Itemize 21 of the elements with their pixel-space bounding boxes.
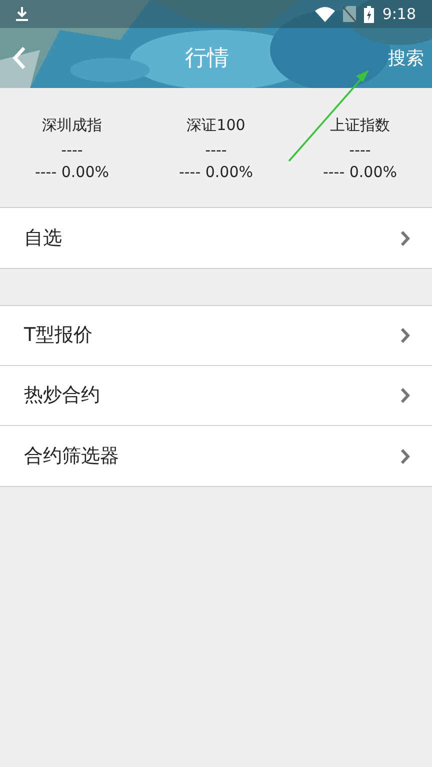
- index-price: ----: [349, 140, 371, 159]
- wifi-icon: [315, 6, 336, 22]
- search-button[interactable]: 搜索: [388, 44, 424, 72]
- chevron-icon: [400, 327, 410, 344]
- chevron-icon: [400, 448, 410, 464]
- chevron-icon: [400, 230, 410, 246]
- index-price: ----: [205, 140, 227, 159]
- chevron-icon: [400, 387, 410, 404]
- index-name[interactable]: 深证100: [186, 114, 246, 137]
- download-icon: [16, 7, 28, 21]
- index-change: ---- 0.00%: [178, 162, 254, 181]
- back-icon[interactable]: [12, 46, 26, 70]
- battery-icon: [364, 6, 374, 22]
- status-time: 9:18: [382, 4, 416, 25]
- index-change: ---- 0.00%: [34, 162, 110, 181]
- index-name[interactable]: 上证指数: [330, 114, 390, 137]
- index-change: ---- 0.00%: [322, 162, 398, 181]
- index-price: ----: [61, 140, 83, 159]
- page-title: 行情: [185, 44, 229, 72]
- index-name[interactable]: 深圳成指: [42, 114, 102, 137]
- no-sim-icon: [343, 6, 356, 22]
